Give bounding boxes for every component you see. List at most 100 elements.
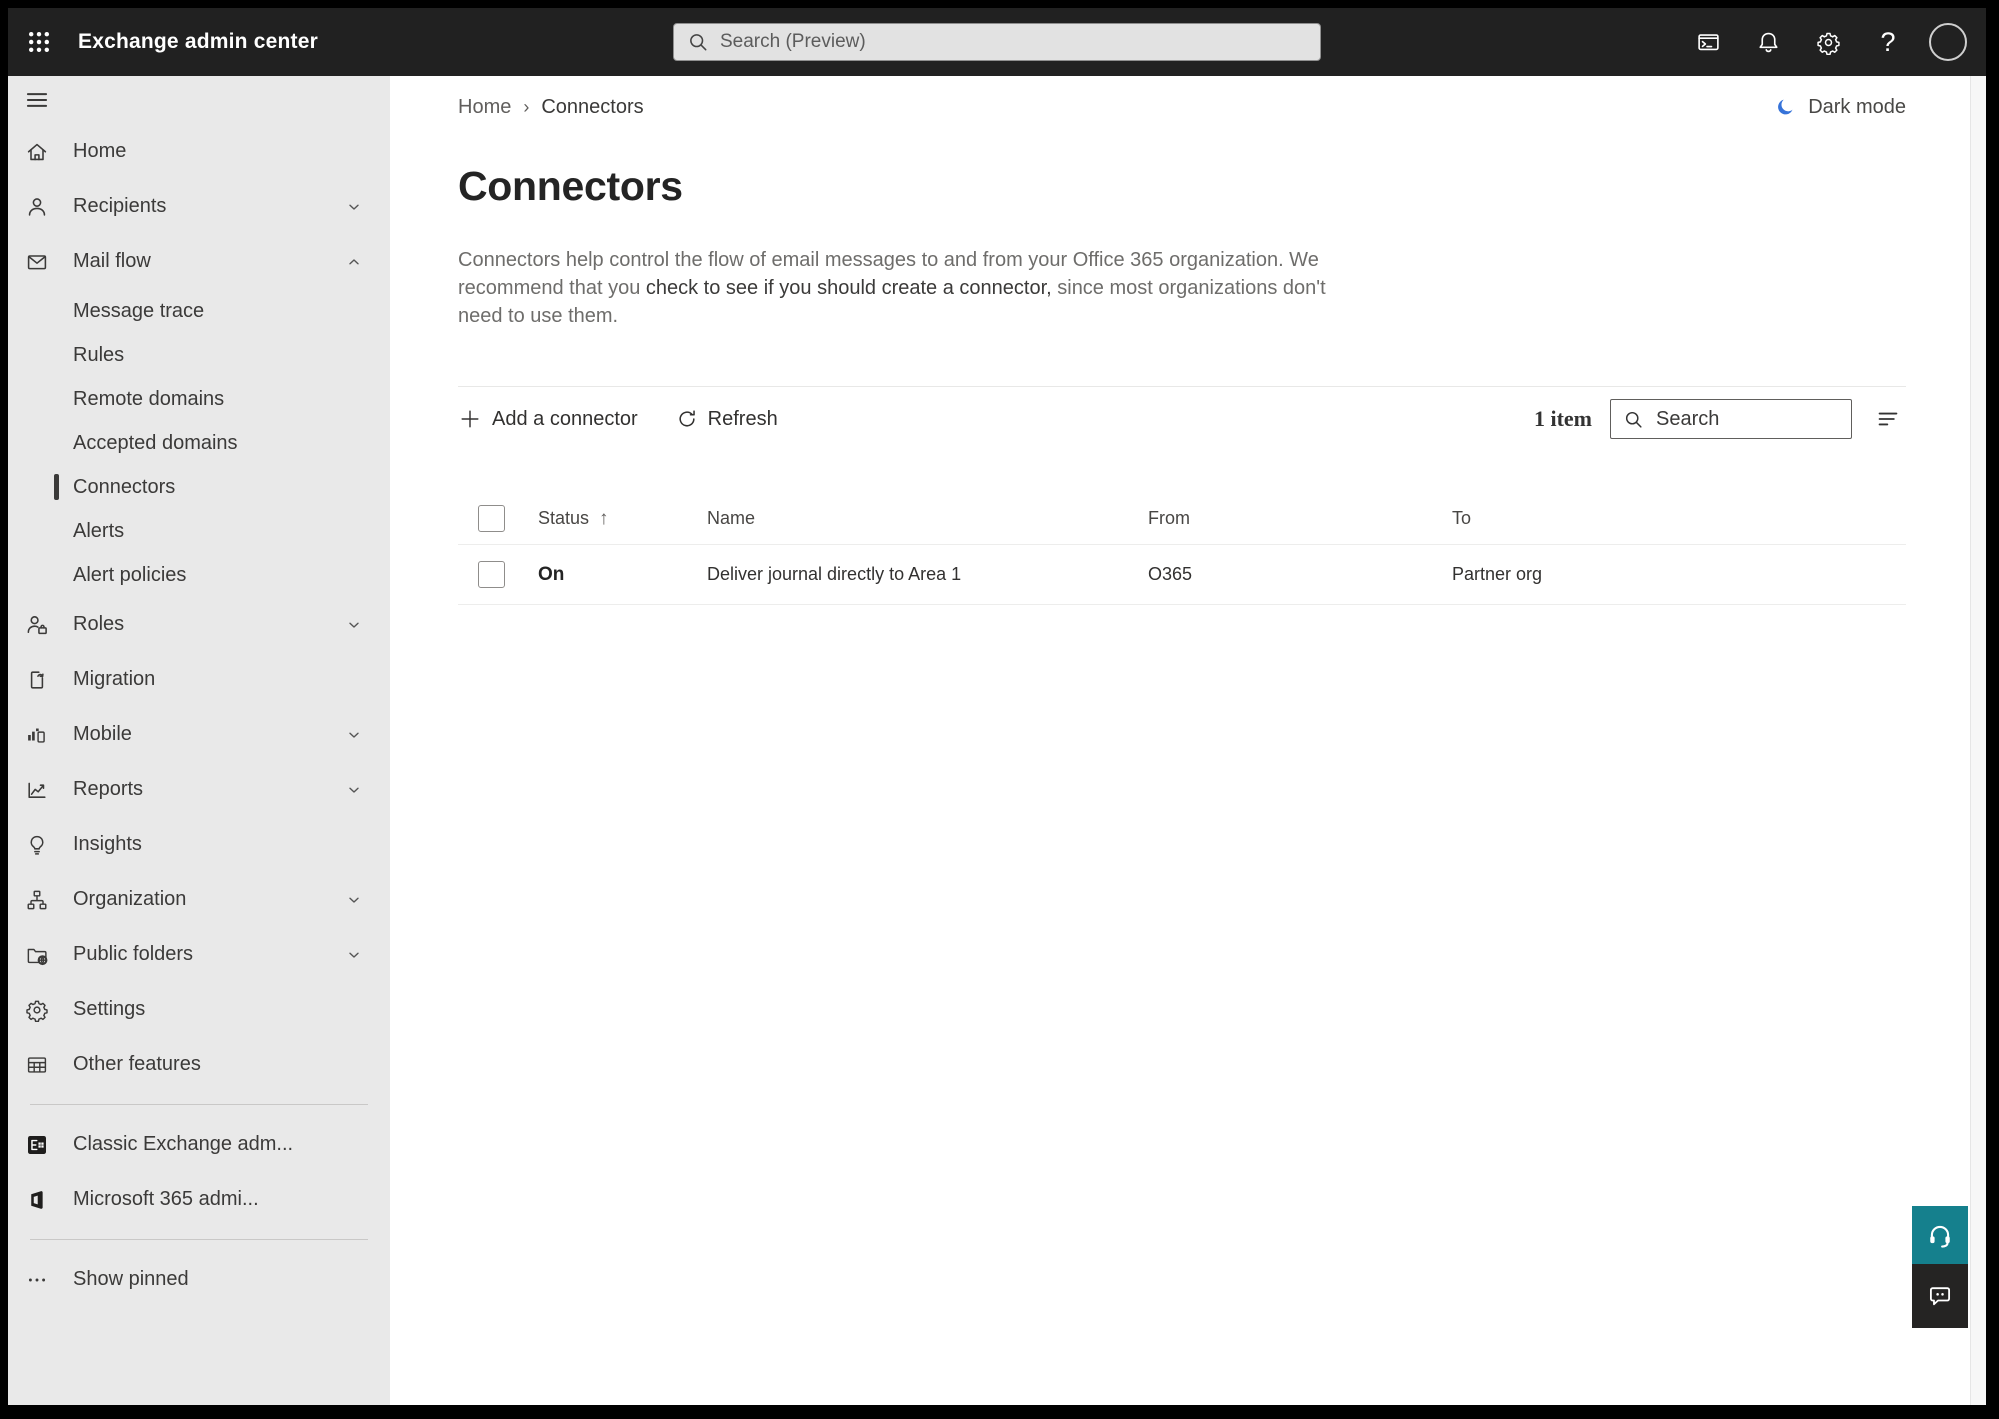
sort-ascending-icon: ↑	[599, 507, 609, 529]
main-content: Home › Connectors Dark mode Connectors C…	[390, 76, 1986, 1405]
sidebar-item-remote-domains[interactable]: Remote domains	[8, 377, 390, 421]
sidebar-item-home[interactable]: Home	[8, 124, 390, 179]
ellipsis-icon	[24, 1267, 50, 1293]
sidebar-item-label: Organization	[73, 888, 187, 910]
sidebar-item-mobile[interactable]: Mobile	[8, 707, 390, 762]
sidebar-item-alert-policies[interactable]: Alert policies	[8, 553, 390, 597]
avatar	[1929, 23, 1967, 61]
column-header-name[interactable]: Name	[707, 508, 1148, 529]
sidebar-item-rules[interactable]: Rules	[8, 333, 390, 377]
sidebar-item-message-trace[interactable]: Message trace	[8, 289, 390, 333]
account-button[interactable]	[1922, 8, 1974, 76]
sidebar-item-reports[interactable]: Reports	[8, 762, 390, 817]
search-icon	[1625, 411, 1642, 428]
chevron-up-icon	[344, 252, 364, 272]
refresh-button[interactable]: Refresh	[676, 408, 778, 431]
sidebar-item-mail-flow[interactable]: Mail flow	[8, 234, 390, 289]
sidebar-item-organization[interactable]: Organization	[8, 872, 390, 927]
topbar-actions: ?	[1682, 8, 1986, 76]
sidebar-item-label: Insights	[73, 833, 142, 855]
org-chart-icon	[24, 887, 50, 913]
select-all-checkbox[interactable]	[478, 505, 505, 532]
filter-button[interactable]	[1870, 401, 1906, 437]
sidebar-item-label: Rules	[73, 343, 125, 366]
search-icon	[690, 34, 707, 51]
sidebar-item-label: Show pinned	[73, 1268, 189, 1290]
global-search-input[interactable]	[720, 31, 1307, 53]
column-header-from[interactable]: From	[1148, 508, 1452, 529]
cell-from: O365	[1148, 564, 1193, 584]
sidebar-item-insights[interactable]: Insights	[8, 817, 390, 872]
sidebar-item-label: Mobile	[73, 723, 132, 745]
cloud-shell-button[interactable]	[1682, 8, 1734, 76]
table-header-row: Status ↑ Name From To	[458, 493, 1906, 545]
refresh-icon	[676, 408, 698, 430]
sidebar-item-roles[interactable]: Roles	[8, 597, 390, 652]
help-icon: ?	[1880, 26, 1896, 57]
column-header-status[interactable]: Status ↑	[538, 508, 707, 530]
nav-collapse-button[interactable]	[8, 76, 390, 124]
notifications-button[interactable]	[1742, 8, 1794, 76]
sidebar-item-migration[interactable]: Migration	[8, 652, 390, 707]
sidebar-item-other-features[interactable]: Other features	[8, 1037, 390, 1092]
chevron-down-icon	[344, 945, 364, 965]
sidebar-item-label: Home	[73, 140, 127, 162]
sidebar-item-label: Mail flow	[73, 250, 151, 272]
cell-name[interactable]: Deliver journal directly to Area 1	[707, 564, 1148, 585]
list-search-input[interactable]	[1656, 407, 1839, 431]
row-checkbox[interactable]	[478, 561, 505, 588]
home-icon	[24, 139, 50, 165]
sidebar-item-classic-exchange[interactable]: Classic Exchange adm...	[8, 1117, 390, 1172]
chevron-down-icon	[344, 780, 364, 800]
vertical-scrollbar[interactable]	[1970, 76, 1986, 1405]
global-search[interactable]	[673, 23, 1321, 61]
cloud-shell-icon	[1697, 33, 1719, 50]
sidebar-item-label: Recipients	[73, 195, 167, 217]
sidebar-item-settings[interactable]: Settings	[8, 982, 390, 1037]
sidebar-item-label: Alerts	[73, 519, 125, 542]
sidebar-item-label: Classic Exchange adm...	[73, 1133, 294, 1155]
folder-globe-icon	[24, 942, 50, 968]
sidebar-item-label: Public folders	[73, 943, 194, 965]
breadcrumb-current: Connectors	[541, 96, 644, 118]
support-button[interactable]	[1912, 1206, 1968, 1264]
settings-button[interactable]	[1802, 8, 1854, 76]
sidebar-item-label: Connectors	[73, 475, 176, 498]
breadcrumb-separator-icon: ›	[523, 97, 530, 117]
sidebar-item-label: Accepted domains	[73, 431, 238, 454]
sidebar-item-label: Roles	[73, 613, 125, 635]
sidebar-item-accepted-domains[interactable]: Accepted domains	[8, 421, 390, 465]
help-button[interactable]: ?	[1862, 8, 1914, 76]
table-row[interactable]: On Deliver journal directly to Area 1 O3…	[458, 545, 1906, 605]
refresh-label: Refresh	[707, 407, 778, 430]
microsoft-365-logo-icon	[24, 1187, 50, 1213]
hamburger-icon	[26, 93, 48, 107]
cell-to: Partner org	[1452, 564, 1543, 584]
feedback-button[interactable]	[1912, 1264, 1968, 1328]
sidebar-item-recipients[interactable]: Recipients	[8, 179, 390, 234]
breadcrumb-home-link[interactable]: Home	[458, 96, 511, 119]
floating-action-buttons	[1912, 1206, 1968, 1328]
add-connector-button[interactable]: Add a connector	[458, 407, 638, 431]
sidebar-item-label: Alert policies	[73, 563, 187, 586]
app-launcher-button[interactable]	[12, 8, 66, 76]
cell-status: On	[538, 563, 565, 585]
sidebar-divider	[30, 1239, 368, 1240]
sidebar-item-alerts[interactable]: Alerts	[8, 509, 390, 553]
list-toolbar: Add a connector Refresh 1 item	[458, 387, 1906, 451]
page-title: Connectors	[458, 163, 683, 209]
line-chart-icon	[24, 777, 50, 803]
sidebar-item-public-folders[interactable]: Public folders	[8, 927, 390, 982]
document-arrow-icon	[24, 667, 50, 693]
list-search[interactable]	[1610, 399, 1852, 439]
sidebar-item-label: Remote domains	[73, 387, 225, 410]
sidebar-item-m365-admin[interactable]: Microsoft 365 admi...	[8, 1172, 390, 1227]
sidebar-item-show-pinned[interactable]: Show pinned	[8, 1252, 390, 1307]
sidebar-item-connectors[interactable]: Connectors	[8, 465, 390, 509]
column-header-to[interactable]: To	[1452, 508, 1906, 529]
topbar: Exchange admin center Search (Preview) ?	[8, 8, 1986, 76]
page-description: Connectors help control the flow of emai…	[458, 246, 1343, 330]
dark-mode-toggle[interactable]: Dark mode	[1774, 96, 1906, 119]
description-link[interactable]: check to see if you should create a conn…	[646, 277, 1052, 299]
sidebar-item-label: Migration	[73, 668, 156, 690]
